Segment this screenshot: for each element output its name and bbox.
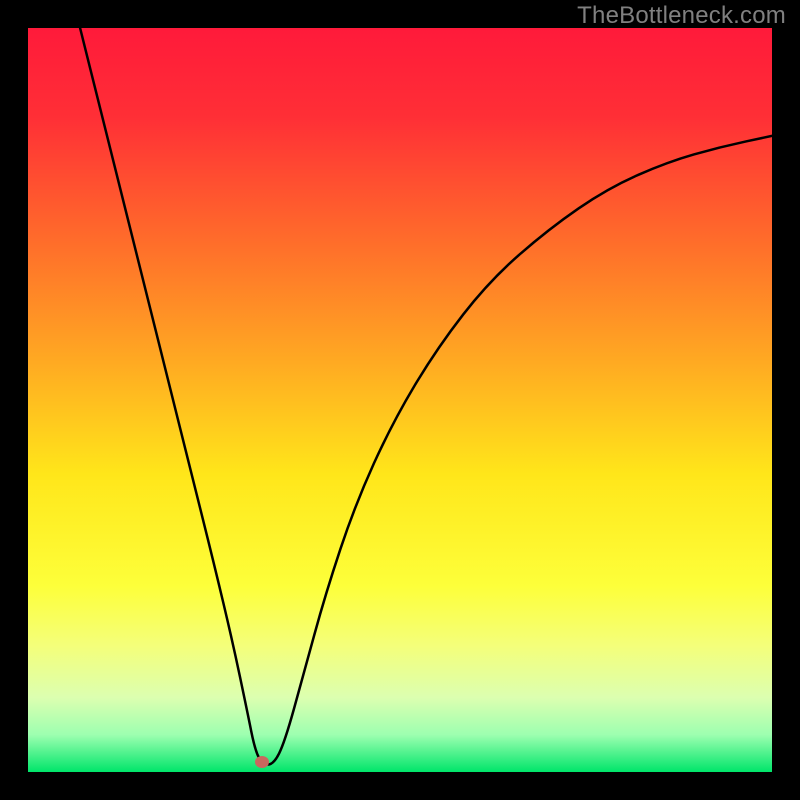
watermark-text: TheBottleneck.com — [577, 2, 786, 30]
bottleneck-curve — [28, 28, 772, 772]
optimum-marker — [255, 756, 269, 768]
chart-frame: TheBottleneck.com — [0, 0, 800, 800]
plot-area — [28, 28, 772, 772]
